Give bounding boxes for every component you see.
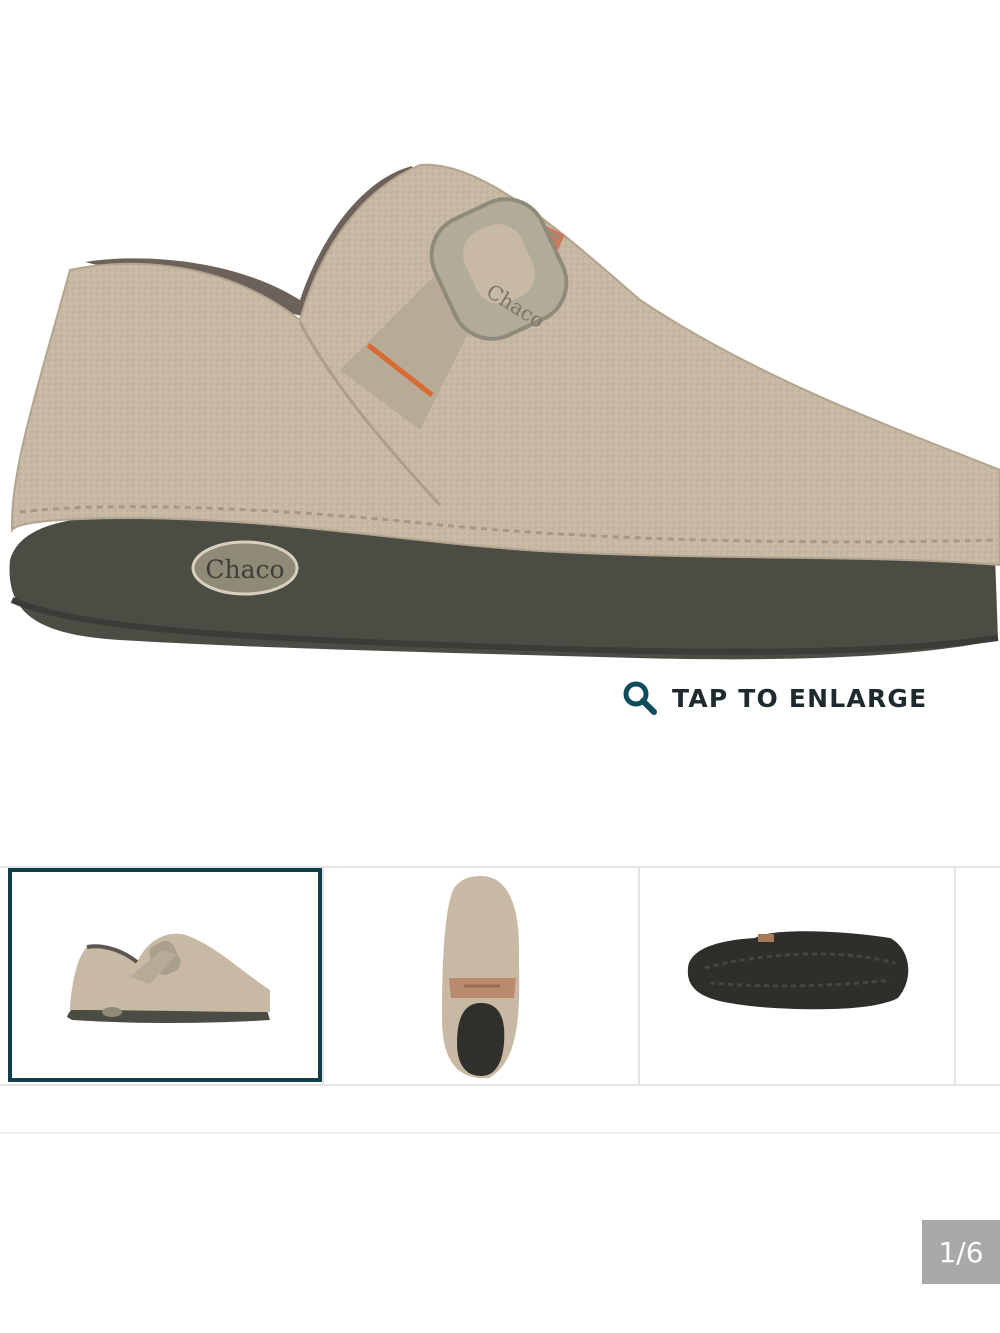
thumbnail-strip: [0, 866, 1000, 1086]
thumbnail-sole-view[interactable]: [638, 868, 954, 1084]
thumbnail-top-view[interactable]: [322, 868, 638, 1084]
tap-to-enlarge-button[interactable]: TAP TO ENLARGE: [622, 678, 927, 718]
enlarge-label: TAP TO ENLARGE: [672, 683, 928, 713]
thumbnail-more[interactable]: [954, 868, 1000, 1084]
search-icon: [623, 681, 657, 715]
thumbnail-side-view[interactable]: [8, 868, 322, 1082]
section-divider: [0, 1132, 1000, 1134]
heel-logo-text: Chaco: [205, 555, 284, 584]
main-product-image[interactable]: Chaco Chaco: [0, 0, 1000, 680]
image-counter: 1/6: [922, 1220, 1000, 1284]
